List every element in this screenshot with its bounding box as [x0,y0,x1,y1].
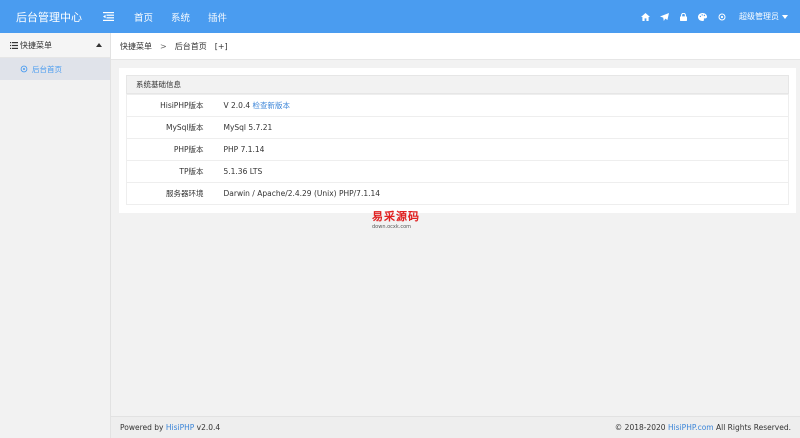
copyright-prefix: © 2018-2020 [614,423,666,432]
footer: Powered by HisiPHP v2.0.4 © 2018-2020 Hi… [111,416,800,438]
system-info-panel: 系统基础信息 HisiPHP版本 V 2.0.4 检查新版本 MySql版本 M… [119,68,796,213]
powered-version: v2.0.4 [196,423,221,432]
hisiphp-link[interactable]: HisiPHP [166,423,194,432]
admin-user-menu[interactable]: 超级管理员 [739,11,788,22]
admin-name: 超级管理员 [739,12,779,21]
list-icon [10,41,18,49]
home-icon[interactable] [636,12,655,21]
chevron-down-icon [782,14,788,19]
breadcrumb-root[interactable]: 快捷菜单 [120,41,152,52]
row-label: TP版本 [126,160,212,183]
table-row: MySql版本 MySql 5.7.21 [126,116,789,139]
row-label: 服务器环境 [126,182,212,205]
breadcrumb: 快捷菜单 > 后台首页 [+] [111,33,800,60]
menu-fold-icon [102,12,114,21]
powered-prefix: Powered by [120,423,164,432]
add-shortcut-button[interactable]: [+] [215,42,228,51]
copyright-suffix: All Rights Reserved. [715,423,791,432]
sidebar-item-label: 后台首页 [32,64,62,74]
footer-copyright: © 2018-2020 HisiPHP.com All Rights Reser… [615,423,791,432]
row-label: PHP版本 [126,138,212,161]
gear-icon[interactable] [712,13,731,21]
row-value: MySql 5.7.21 [211,116,789,139]
watermark-logo: 易采源码 down.ocxk.com [372,208,442,232]
breadcrumb-current: 后台首页 [174,41,207,51]
header-tools: 超级管理员 [636,11,800,22]
table-row: PHP版本 PHP 7.1.14 [126,138,789,161]
nav-plugins[interactable]: 插件 [199,10,236,24]
row-value: Darwin / Apache/2.4.29 (Unix) PHP/7.1.14 [211,182,789,205]
gear-icon [20,65,28,73]
footer-powered: Powered by HisiPHP v2.0.4 [120,423,220,432]
chevron-up-icon [96,43,102,47]
watermark-text: 易采源码 [372,210,420,223]
watermark-subtext: down.ocxk.com [372,224,412,230]
check-update-link[interactable]: 检查新版本 [253,101,291,110]
system-info-table: HisiPHP版本 V 2.0.4 检查新版本 MySql版本 MySql 5.… [126,94,789,205]
app-logo-text[interactable]: 后台管理中心 [0,9,93,25]
panel-title: 系统基础信息 [126,75,789,94]
row-value: PHP 7.1.14 [211,138,789,161]
row-value: V 2.0.4 检查新版本 [211,94,789,117]
nav-home[interactable]: 首页 [125,10,162,24]
sidebar-item-dashboard[interactable]: 后台首页 [0,58,110,80]
row-value: 5.1.36 LTS [211,160,789,183]
sidebar: 快捷菜单 后台首页 [0,33,111,438]
row-label: HisiPHP版本 [126,94,212,117]
table-row: 服务器环境 Darwin / Apache/2.4.29 (Unix) PHP/… [126,182,789,205]
row-label: MySql版本 [126,116,212,139]
top-nav: 首页 系统 插件 [125,10,236,24]
version-text: V 2.0.4 [223,101,251,110]
breadcrumb-separator: > [160,41,167,51]
site-link[interactable]: HisiPHP.com [668,423,714,432]
menu-toggle-button[interactable] [97,12,119,21]
sidebar-section-header[interactable]: 快捷菜单 [0,33,110,58]
table-row: HisiPHP版本 V 2.0.4 检查新版本 [126,94,789,117]
lock-icon[interactable] [674,12,693,21]
sidebar-section-title: 快捷菜单 [20,40,52,50]
palette-icon[interactable] [693,12,712,21]
send-icon[interactable] [655,12,674,21]
top-header: 后台管理中心 首页 系统 插件 超级管理员 [0,0,800,33]
nav-system[interactable]: 系统 [162,10,199,24]
table-row: TP版本 5.1.36 LTS [126,160,789,183]
